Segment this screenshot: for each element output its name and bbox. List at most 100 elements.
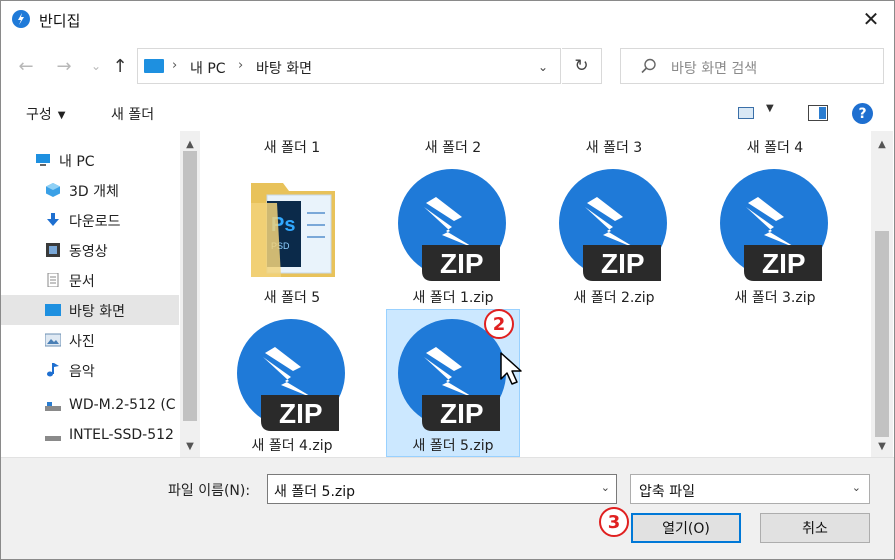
tile-label: 새 폴더 2.zip <box>573 290 655 306</box>
up-button[interactable]: ↑ <box>109 55 131 77</box>
cancel-button[interactable]: 취소 <box>760 513 870 543</box>
help-icon[interactable]: ? <box>852 103 873 124</box>
forward-button[interactable]: → <box>53 55 75 77</box>
tile-label: 새 폴더 5 <box>263 290 321 306</box>
filetype-value: 압축 파일 <box>639 484 695 500</box>
step-2-badge: 2 <box>484 309 514 339</box>
organize-button[interactable]: 구성 ▼ <box>26 104 65 124</box>
sidebar-scrollbar[interactable]: ▲ ▼ <box>180 131 200 457</box>
sidebar-item-label: 문서 <box>69 274 95 290</box>
folder-label[interactable]: 새 폴더 1 <box>225 137 359 157</box>
window-title: 반디집 <box>39 12 81 30</box>
zip-label-text: ZIP <box>440 398 484 429</box>
sidebar-item-drive-c[interactable]: WD-M.2-512 (C <box>1 391 179 421</box>
bandizip-app-icon <box>12 10 30 28</box>
sidebar-item-label: 동영상 <box>69 244 108 260</box>
zip-file-tile[interactable]: ZIP 새 폴더 1.zip <box>386 161 520 309</box>
sidebar-item-videos[interactable]: 동영상 <box>1 235 179 265</box>
picture-icon <box>45 333 61 347</box>
folder-label[interactable]: 새 폴더 3 <box>547 137 681 157</box>
tile-label: 새 폴더 3.zip <box>734 290 816 306</box>
sidebar-item-label: 바탕 화면 <box>69 304 125 320</box>
sidebar-item-music[interactable]: 음악 <box>1 355 179 385</box>
breadcrumb-desktop[interactable]: 바탕 화면 <box>256 58 312 78</box>
scroll-up-icon[interactable]: ▲ <box>872 135 892 153</box>
search-icon <box>641 58 656 74</box>
view-mode-icon[interactable] <box>738 107 754 119</box>
folder-label[interactable]: 새 폴더 2 <box>386 137 520 157</box>
filename-value: 새 폴더 5.zip <box>274 484 356 500</box>
close-button[interactable]: ✕ <box>848 1 894 37</box>
scroll-down-icon[interactable]: ▼ <box>180 437 200 455</box>
preview-pane-icon[interactable] <box>808 105 828 121</box>
desktop-icon <box>45 304 61 316</box>
breadcrumb-separator: › <box>172 58 178 73</box>
sidebar-scroll-thumb[interactable] <box>183 151 197 421</box>
zip-file-icon: ZIP <box>398 169 506 281</box>
zip-file-icon: ZIP <box>237 319 345 431</box>
refresh-button[interactable]: ↻ <box>562 48 602 84</box>
sidebar-item-intel-ssd[interactable]: INTEL-SSD-512 <box>1 421 179 451</box>
tile-label: 새 폴더 1.zip <box>412 290 494 306</box>
zip-file-tile[interactable]: ZIP 새 폴더 4.zip <box>225 311 359 457</box>
content-scrollbar[interactable]: ▲ ▼ <box>871 131 893 457</box>
open-file-dialog: 반디집 ✕ ← → ⌄ ↑ › 내 PC › 바탕 화면 ⌄ ↻ 바탕 화면 검… <box>0 0 895 560</box>
dialog-footer: 파일 이름(N): 새 폴더 5.zip ⌄ 압축 파일 ⌄ 열기(O) 취소 <box>1 457 894 559</box>
open-button[interactable]: 열기(O) <box>631 513 741 543</box>
sidebar-item-label: 내 PC <box>59 154 95 170</box>
sidebar-item-desktop[interactable]: 바탕 화면 <box>1 295 179 325</box>
sidebar-item-pictures[interactable]: 사진 <box>1 325 179 355</box>
navigation-bar: ← → ⌄ ↑ › 내 PC › 바탕 화면 ⌄ ↻ 바탕 화면 검색 <box>1 39 894 95</box>
filetype-select[interactable]: 압축 파일 ⌄ <box>630 474 870 504</box>
sidebar-item-label: 다운로드 <box>69 214 121 230</box>
view-dropdown-icon[interactable]: ▼ <box>766 103 774 114</box>
zip-label-text: ZIP <box>440 248 484 279</box>
filename-dropdown-icon[interactable]: ⌄ <box>601 481 610 494</box>
sidebar-item-3d-objects[interactable]: 3D 개체 <box>1 175 179 205</box>
zip-file-tile[interactable]: ZIP 새 폴더 3.zip <box>708 161 842 309</box>
organize-label: 구성 <box>26 107 52 123</box>
folder-label[interactable]: 새 폴더 4 <box>708 137 842 157</box>
filename-input[interactable]: 새 폴더 5.zip ⌄ <box>267 474 617 504</box>
step-3-badge: 3 <box>599 507 629 537</box>
download-icon <box>47 213 59 226</box>
zip-file-icon: ZIP <box>559 169 667 281</box>
zip-label-text: ZIP <box>762 248 806 279</box>
scroll-down-icon[interactable]: ▼ <box>872 437 892 455</box>
drive-icon <box>45 402 61 411</box>
title-bar: 반디집 ✕ <box>1 1 894 39</box>
3d-objects-icon <box>46 183 60 197</box>
sidebar-item-my-pc[interactable]: 내 PC <box>1 145 179 175</box>
pc-icon <box>144 59 164 73</box>
sidebar-item-label: INTEL-SSD-512 <box>69 427 174 443</box>
address-bar[interactable]: › 내 PC › 바탕 화면 ⌄ <box>137 48 561 84</box>
search-input[interactable]: 바탕 화면 검색 <box>620 48 884 84</box>
folder-tile[interactable]: Ps PSD 새 폴더 5 <box>225 161 359 309</box>
zip-label-text: ZIP <box>279 398 323 429</box>
music-icon <box>47 363 59 377</box>
new-folder-button[interactable]: 새 폴더 <box>111 104 154 124</box>
filetype-dropdown-icon: ⌄ <box>851 481 861 494</box>
sidebar-item-downloads[interactable]: 다운로드 <box>1 205 179 235</box>
folder-psd-icon: Ps PSD <box>251 183 335 277</box>
zip-label-text: ZIP <box>601 248 645 279</box>
content-scroll-thumb[interactable] <box>875 231 889 437</box>
sidebar-item-label: 음악 <box>69 364 95 380</box>
back-button[interactable]: ← <box>15 55 37 77</box>
zip-file-icon: ZIP <box>720 169 828 281</box>
pc-icon <box>36 154 50 166</box>
filename-label: 파일 이름(N): <box>168 483 251 499</box>
document-icon <box>47 273 59 287</box>
tile-label: 새 폴더 5.zip <box>412 438 494 454</box>
address-dropdown-icon[interactable]: ⌄ <box>532 56 554 78</box>
drive-icon <box>45 436 61 441</box>
video-icon <box>46 243 60 257</box>
mouse-cursor-icon <box>500 352 522 385</box>
organize-dropdown-icon: ▼ <box>57 109 66 121</box>
recent-locations-button[interactable]: ⌄ <box>85 55 107 77</box>
navigation-pane: 내 PC 3D 개체 다운로드 동영상 문서 바탕 화면 사진 음악 WD-M.… <box>1 131 201 457</box>
sidebar-item-documents[interactable]: 문서 <box>1 265 179 295</box>
sidebar-item-label: WD-M.2-512 (C <box>69 397 176 413</box>
zip-file-tile[interactable]: ZIP 새 폴더 2.zip <box>547 161 681 309</box>
breadcrumb-my-pc[interactable]: 내 PC <box>190 58 226 78</box>
